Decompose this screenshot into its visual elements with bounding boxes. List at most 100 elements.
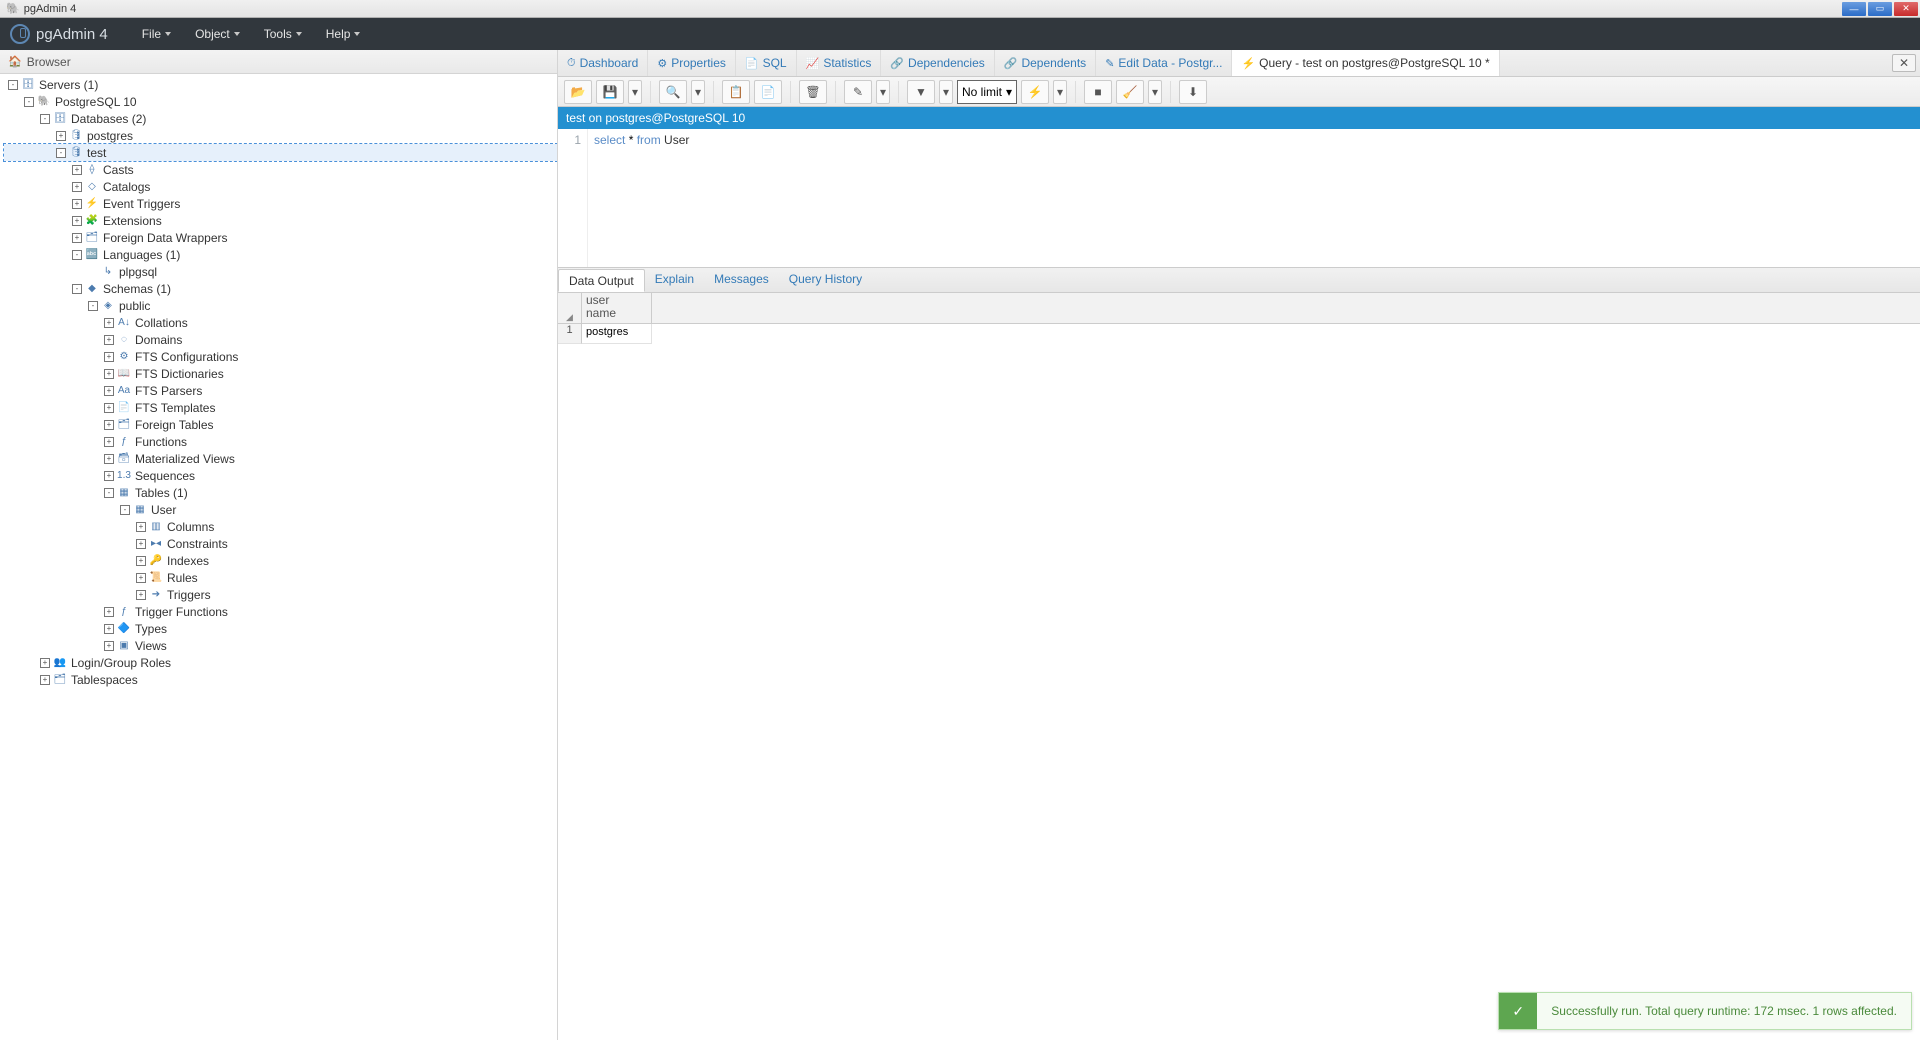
expander-icon[interactable]: + bbox=[72, 233, 82, 243]
expander-icon[interactable]: + bbox=[104, 454, 114, 464]
tree-node[interactable]: +A↓Collations bbox=[4, 314, 557, 331]
tree-node[interactable]: ↳plpgsql bbox=[4, 263, 557, 280]
expander-icon[interactable]: - bbox=[8, 80, 18, 90]
expander-icon[interactable]: + bbox=[136, 539, 146, 549]
tree-node[interactable]: -▦User bbox=[4, 501, 557, 518]
tab[interactable]: ⏱Dashboard bbox=[558, 50, 648, 76]
object-tree[interactable]: -🗄Servers (1)-🐘PostgreSQL 10-🗄Databases … bbox=[0, 74, 557, 1040]
expander-icon[interactable]: + bbox=[104, 624, 114, 634]
tree-node[interactable]: +🗃Materialized Views bbox=[4, 450, 557, 467]
stop-button[interactable]: ■ bbox=[1084, 80, 1112, 104]
expander-icon[interactable]: + bbox=[72, 182, 82, 192]
tab[interactable]: 📄SQL bbox=[736, 50, 797, 76]
tab[interactable]: ✎Edit Data - Postgr... bbox=[1096, 50, 1232, 76]
tree-node[interactable]: +⚡Event Triggers bbox=[4, 195, 557, 212]
tree-node[interactable]: -🗄Servers (1) bbox=[4, 76, 557, 93]
expander-icon[interactable]: - bbox=[24, 97, 34, 107]
expander-icon[interactable]: + bbox=[104, 318, 114, 328]
code-line[interactable]: select * from User bbox=[588, 129, 695, 267]
expander-icon[interactable]: + bbox=[104, 641, 114, 651]
expander-icon[interactable]: + bbox=[72, 199, 82, 209]
expander-icon[interactable]: - bbox=[56, 148, 66, 158]
tab[interactable]: ⚙Properties bbox=[648, 50, 736, 76]
expander-icon[interactable]: + bbox=[104, 386, 114, 396]
expander-icon[interactable]: - bbox=[104, 488, 114, 498]
tree-node[interactable]: +▣Views bbox=[4, 637, 557, 654]
expander-icon[interactable]: + bbox=[104, 403, 114, 413]
tree-node[interactable]: -🔤Languages (1) bbox=[4, 246, 557, 263]
expander-icon[interactable]: + bbox=[56, 131, 66, 141]
edit-button[interactable]: ✎ bbox=[844, 80, 872, 104]
tree-node[interactable]: -◈public bbox=[4, 297, 557, 314]
tab[interactable]: 🔗Dependents bbox=[995, 50, 1096, 76]
tree-node[interactable]: +🔑Indexes bbox=[4, 552, 557, 569]
menu-file[interactable]: File bbox=[130, 21, 183, 47]
tree-node[interactable]: +ƒTrigger Functions bbox=[4, 603, 557, 620]
expander-icon[interactable]: + bbox=[136, 522, 146, 532]
expander-icon[interactable]: - bbox=[120, 505, 130, 515]
menu-help[interactable]: Help bbox=[314, 21, 373, 47]
expander-icon[interactable]: + bbox=[104, 607, 114, 617]
tree-node[interactable]: +🛢postgres bbox=[4, 127, 557, 144]
expander-icon[interactable]: - bbox=[72, 284, 82, 294]
tree-node[interactable]: +◇Catalogs bbox=[4, 178, 557, 195]
result-grid[interactable]: ◢ user name 1postgres bbox=[558, 293, 1920, 1040]
tree-node[interactable]: +📜Rules bbox=[4, 569, 557, 586]
tree-node[interactable]: -🐘PostgreSQL 10 bbox=[4, 93, 557, 110]
expander-icon[interactable]: + bbox=[136, 556, 146, 566]
tree-node[interactable]: -◆Schemas (1) bbox=[4, 280, 557, 297]
sql-editor[interactable]: 1 select * from User bbox=[558, 129, 1920, 267]
tree-node[interactable]: +🔷Types bbox=[4, 620, 557, 637]
paste-button[interactable]: 📄 bbox=[754, 80, 782, 104]
expander-icon[interactable]: - bbox=[88, 301, 98, 311]
expander-icon[interactable]: + bbox=[104, 369, 114, 379]
tree-node[interactable]: +🧩Extensions bbox=[4, 212, 557, 229]
table-row[interactable]: 1postgres bbox=[558, 324, 1920, 344]
tree-node[interactable]: +🗂Foreign Data Wrappers bbox=[4, 229, 557, 246]
delete-row-button[interactable]: 🗑 bbox=[799, 80, 827, 104]
result-tab[interactable]: Messages bbox=[704, 268, 779, 292]
tree-node[interactable]: +◌Domains bbox=[4, 331, 557, 348]
tree-node[interactable]: +🗂Tablespaces bbox=[4, 671, 557, 688]
tree-node[interactable]: +📄FTS Templates bbox=[4, 399, 557, 416]
close-tab-button[interactable]: ✕ bbox=[1892, 54, 1916, 72]
expander-icon[interactable]: + bbox=[104, 335, 114, 345]
find-dropdown-button[interactable]: ▾ bbox=[691, 80, 705, 104]
expander-icon[interactable]: + bbox=[136, 590, 146, 600]
expander-icon[interactable]: - bbox=[40, 114, 50, 124]
open-file-button[interactable]: 📂 bbox=[564, 80, 592, 104]
expander-icon[interactable]: + bbox=[104, 437, 114, 447]
save-file-button[interactable]: 💾 bbox=[596, 80, 624, 104]
expander-icon[interactable]: + bbox=[136, 573, 146, 583]
tree-node[interactable]: +➔Triggers bbox=[4, 586, 557, 603]
tab[interactable]: ⚡Query - test on postgres@PostgreSQL 10 … bbox=[1232, 50, 1499, 76]
maximize-button[interactable]: ▭ bbox=[1868, 2, 1892, 16]
result-tab[interactable]: Explain bbox=[645, 268, 704, 292]
column-header[interactable]: user name bbox=[582, 293, 652, 323]
minimize-button[interactable]: — bbox=[1842, 2, 1866, 16]
tree-node[interactable]: +⚙FTS Configurations bbox=[4, 348, 557, 365]
filter-button[interactable]: ▼ bbox=[907, 80, 935, 104]
expander-icon[interactable]: + bbox=[72, 165, 82, 175]
tree-node[interactable]: +ƒFunctions bbox=[4, 433, 557, 450]
save-dropdown-button[interactable]: ▾ bbox=[628, 80, 642, 104]
close-button[interactable]: ✕ bbox=[1894, 2, 1918, 16]
expander-icon[interactable]: + bbox=[72, 216, 82, 226]
cell[interactable]: postgres bbox=[582, 324, 652, 344]
expander-icon[interactable]: + bbox=[104, 420, 114, 430]
result-tab[interactable]: Data Output bbox=[558, 269, 645, 292]
tree-node[interactable]: -🛢test bbox=[4, 144, 557, 161]
result-tab[interactable]: Query History bbox=[779, 268, 872, 292]
tree-node[interactable]: -▦Tables (1) bbox=[4, 484, 557, 501]
find-button[interactable]: 🔍 bbox=[659, 80, 687, 104]
tree-node[interactable]: +▥Columns bbox=[4, 518, 557, 535]
expander-icon[interactable]: + bbox=[40, 658, 50, 668]
filter-dropdown-button[interactable]: ▾ bbox=[939, 80, 953, 104]
expander-icon[interactable]: + bbox=[104, 471, 114, 481]
tab[interactable]: 📈Statistics bbox=[797, 50, 882, 76]
execute-button[interactable]: ⚡ bbox=[1021, 80, 1049, 104]
tree-node[interactable]: +1.3Sequences bbox=[4, 467, 557, 484]
menu-object[interactable]: Object bbox=[183, 21, 252, 47]
tree-node[interactable]: +AaFTS Parsers bbox=[4, 382, 557, 399]
row-limit-select[interactable]: No limit ▾ bbox=[957, 80, 1017, 104]
